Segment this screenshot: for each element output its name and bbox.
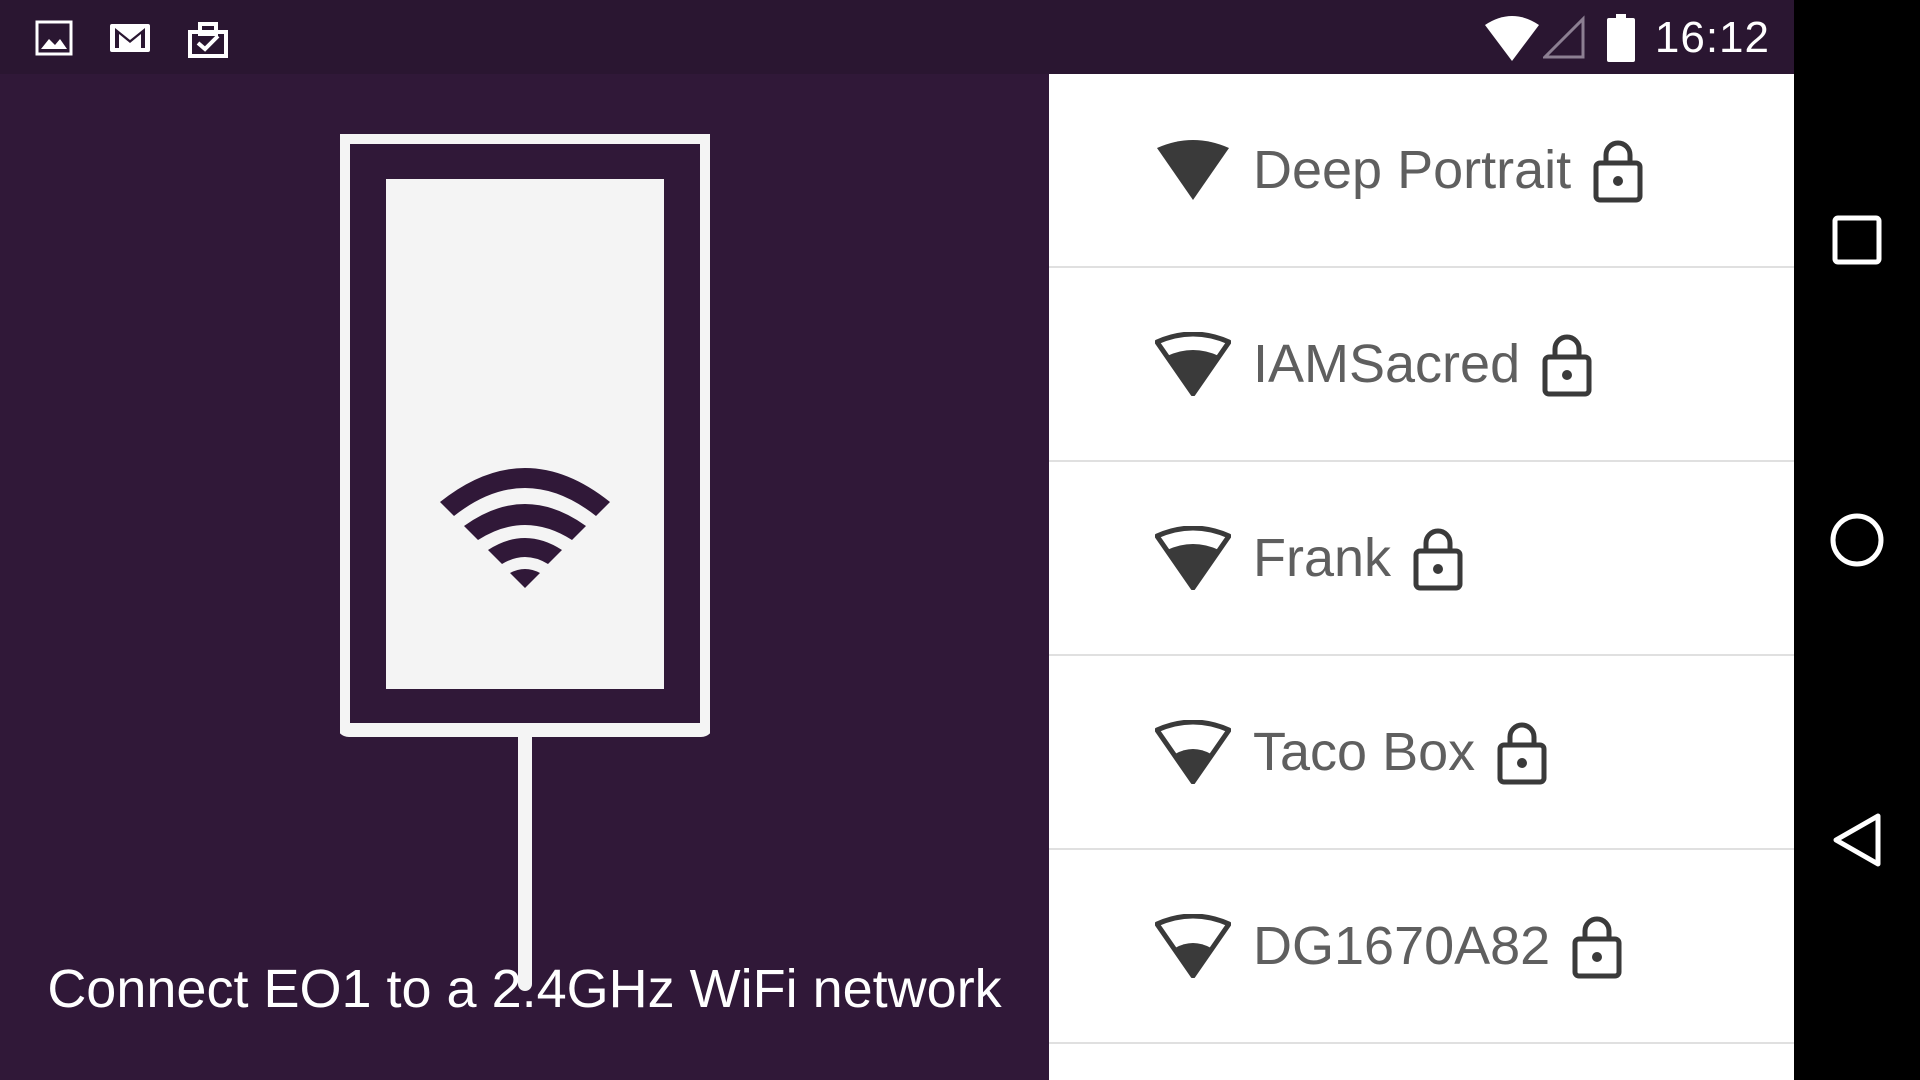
network-name: DG1670A82: [1253, 916, 1551, 976]
network-name: Taco Box: [1253, 722, 1476, 782]
image-icon: [35, 20, 73, 56]
network-item[interactable]: IAMSacred: [1049, 268, 1794, 462]
wifi-signal-high-icon: [1155, 332, 1231, 396]
navigation-bar: [1794, 0, 1920, 1080]
clipboard-check-icon: [188, 22, 228, 58]
network-name: IAMSacred: [1253, 334, 1521, 394]
cell-signal-icon: [1542, 15, 1585, 59]
device-illustration: [340, 134, 710, 991]
lock-icon: [1572, 916, 1622, 979]
network-list: Deep Portrait IAMSacred Frank Taco Box D…: [1049, 74, 1794, 1080]
network-item[interactable]: Taco Box: [1049, 656, 1794, 850]
recents-icon: [1832, 215, 1882, 265]
lock-icon: [1413, 528, 1463, 591]
back-icon: [1833, 813, 1881, 867]
network-item[interactable]: Frank: [1049, 462, 1794, 656]
gmail-icon: [110, 24, 150, 52]
wifi-signal-high-icon: [1155, 526, 1231, 590]
network-item[interactable]: Deep Portrait: [1049, 74, 1794, 268]
back-button[interactable]: [1794, 780, 1920, 900]
network-name: Deep Portrait: [1253, 140, 1572, 200]
status-bar: 16:12: [0, 0, 1794, 74]
wifi-icon: [1484, 16, 1539, 61]
notification-icons: [34, 16, 230, 60]
recents-button[interactable]: [1794, 180, 1920, 300]
wifi-signal-medium-icon: [1155, 720, 1231, 784]
lock-icon: [1497, 722, 1547, 785]
lock-icon: [1542, 334, 1592, 397]
system-icons: 16:12: [1484, 10, 1770, 66]
home-icon: [1830, 513, 1884, 567]
wifi-signal-full-icon: [1157, 140, 1229, 200]
clock: 16:12: [1654, 13, 1770, 62]
setup-panel: Connect EO1 to a 2.4GHz WiFi network: [0, 74, 1049, 1080]
home-button[interactable]: [1794, 480, 1920, 600]
setup-caption: Connect EO1 to a 2.4GHz WiFi network: [47, 959, 1002, 1019]
lock-icon: [1593, 140, 1643, 203]
wifi-signal-medium-icon: [1155, 914, 1231, 978]
battery-icon: [1606, 14, 1635, 62]
network-item[interactable]: DG1670A82: [1049, 850, 1794, 1044]
network-name: Frank: [1253, 528, 1392, 588]
